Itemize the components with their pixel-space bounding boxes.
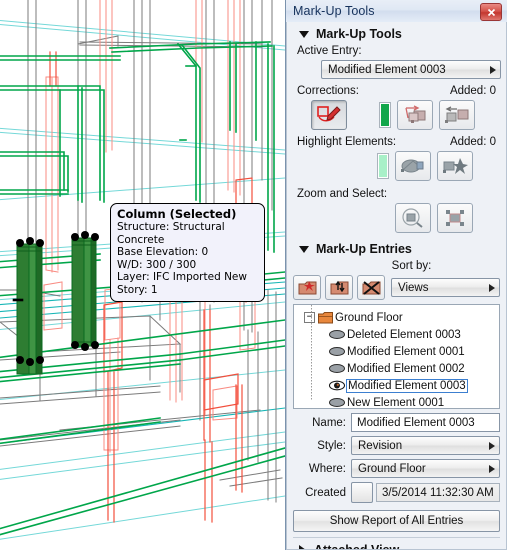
chevron-right-icon-where	[489, 464, 495, 473]
section-title-markup-entries: Mark-Up Entries	[316, 242, 412, 256]
select-nodes-icon	[446, 210, 464, 226]
close-glyph	[487, 8, 495, 16]
update-entry-button[interactable]	[325, 275, 353, 300]
folder-icon	[318, 311, 333, 323]
add-element-icon	[405, 105, 426, 123]
tree-root-ground-floor[interactable]: − Ground Floor	[294, 309, 499, 326]
new-entry-button[interactable]	[293, 275, 321, 300]
markup-tools-palette: Mark-Up Tools Mark-Up Tools Active Entry…	[285, 0, 507, 550]
tooltip-line-wd: W/D: 300 / 300	[117, 258, 197, 271]
section-header-markup-entries[interactable]: Mark-Up Entries	[293, 237, 500, 260]
style-dropdown[interactable]: Revision	[351, 436, 500, 455]
remove-from-correction-button[interactable]	[439, 100, 475, 130]
tree-item-2[interactable]: Modified Element 0002	[294, 360, 499, 377]
chevron-right-icon-attached	[299, 545, 306, 549]
update-entry-icon	[330, 280, 348, 294]
zoom-to-entry-button[interactable]	[395, 203, 431, 233]
zoom-and-select-label: Zoom and Select:	[297, 188, 388, 200]
name-label: Name:	[312, 416, 346, 429]
tree-root-label: Ground Floor	[335, 311, 403, 324]
created-stepper-button[interactable]	[351, 482, 373, 503]
3d-viewport[interactable]: Column (Selected) Structure: Structural …	[0, 0, 285, 550]
highlight-elements-label: Highlight Elements:	[297, 136, 397, 148]
correction-pen-button[interactable]	[311, 100, 347, 130]
new-entry-icon	[298, 280, 316, 294]
app-root: Column (Selected) Structure: Structural …	[0, 0, 507, 550]
active-entry-dropdown[interactable]: Modified Element 0003	[321, 60, 501, 79]
tree-item-label-0: Deleted Element 0003	[347, 328, 461, 341]
tooltip-line-story: Story: 1	[117, 283, 158, 296]
zoom-magnifier-icon	[402, 208, 423, 228]
highlight-added-count: Added: 0	[449, 136, 496, 148]
remove-highlight-icon	[443, 158, 468, 174]
chevron-right-icon-sort	[489, 283, 495, 292]
sort-by-dropdown[interactable]: Views	[391, 278, 500, 297]
remove-element-icon	[445, 106, 469, 123]
delete-entry-button[interactable]	[357, 275, 385, 300]
tree-item-4[interactable]: New Element 0001	[294, 394, 499, 409]
tree-item-0[interactable]: Deleted Element 0003	[294, 326, 499, 343]
created-label: Created	[305, 486, 346, 499]
tooltip-line-base-elevation: Base Elevation: 0	[117, 246, 209, 259]
add-highlight-icon	[401, 159, 424, 173]
corrections-color-swatch[interactable]	[379, 102, 391, 128]
add-highlight-button[interactable]	[395, 151, 431, 181]
active-entry-value: Modified Element 0003	[328, 63, 446, 76]
eye-open-icon	[328, 380, 346, 391]
active-entry-label: Active Entry:	[297, 45, 362, 57]
name-input[interactable]: Modified Element 0003	[351, 413, 500, 432]
where-label: Where:	[308, 462, 346, 475]
style-label: Style:	[317, 439, 346, 452]
tree-item-3[interactable]: Modified Element 0003	[294, 377, 499, 394]
remove-highlight-button[interactable]	[437, 151, 473, 181]
where-row: Where: Ground Floor	[293, 459, 500, 478]
palette-title: Mark-Up Tools	[293, 4, 375, 18]
correction-pen-icon	[317, 106, 341, 122]
section-header-attached-view[interactable]: Attached View	[293, 538, 500, 550]
style-row: Style: Revision	[293, 436, 500, 455]
tree-expander-icon[interactable]: −	[304, 312, 315, 323]
tooltip-line-layer: Layer: IFC Imported New	[117, 271, 247, 284]
section-title-markup-tools: Mark-Up Tools	[316, 27, 402, 41]
eye-closed-icon	[329, 364, 345, 373]
add-to-correction-button[interactable]	[397, 100, 433, 130]
chevron-down-icon-entries	[299, 245, 309, 253]
where-dropdown[interactable]: Ground Floor	[351, 459, 500, 478]
tooltip-line-structure: Structure: Structural Concrete	[117, 221, 225, 246]
tooltip-title: Column (Selected)	[117, 207, 237, 221]
show-report-button[interactable]: Show Report of All Entries	[293, 510, 500, 532]
section-title-attached-view: Attached View	[314, 543, 400, 550]
section-header-markup-tools[interactable]: Mark-Up Tools	[293, 22, 500, 45]
sort-by-label: Sort by:	[391, 260, 432, 272]
close-icon[interactable]	[480, 3, 502, 21]
delete-entry-icon	[362, 280, 380, 295]
tree-item-label-2: Modified Element 0002	[347, 362, 465, 375]
tree-item-label-4: New Element 0001	[347, 396, 445, 409]
corrections-added-count: Added: 0	[449, 85, 496, 97]
eye-closed-icon	[329, 398, 345, 407]
style-value: Revision	[358, 439, 403, 452]
palette-body: Mark-Up Tools Active Entry: Modified Ele…	[286, 22, 507, 550]
tree-item-label-3: Modified Element 0003	[346, 378, 468, 393]
tree-item-label-1: Modified Element 0001	[347, 345, 465, 358]
name-row: Name: Modified Element 0003	[293, 413, 500, 432]
select-elements-button[interactable]	[437, 203, 473, 233]
where-value: Ground Floor	[358, 462, 426, 475]
corrections-label: Corrections:	[297, 85, 359, 97]
sort-by-value: Views	[398, 281, 429, 294]
markup-entries-tree[interactable]: − Ground Floor Deleted Element 0003 Modi…	[293, 304, 500, 409]
chevron-down-icon	[299, 30, 309, 38]
created-value: 3/5/2014 11:32:30 AM	[376, 483, 500, 502]
created-row: Created 3/5/2014 11:32:30 AM	[293, 482, 500, 503]
tree-item-1[interactable]: Modified Element 0001	[294, 343, 499, 360]
chevron-right-icon-style	[489, 441, 495, 450]
palette-titlebar[interactable]: Mark-Up Tools	[286, 0, 507, 23]
eye-closed-icon	[329, 330, 345, 339]
highlight-color-swatch[interactable]	[377, 153, 389, 179]
chevron-right-icon	[490, 65, 496, 74]
eye-closed-icon	[329, 347, 345, 356]
element-info-tooltip: Column (Selected) Structure: Structural …	[110, 203, 265, 302]
